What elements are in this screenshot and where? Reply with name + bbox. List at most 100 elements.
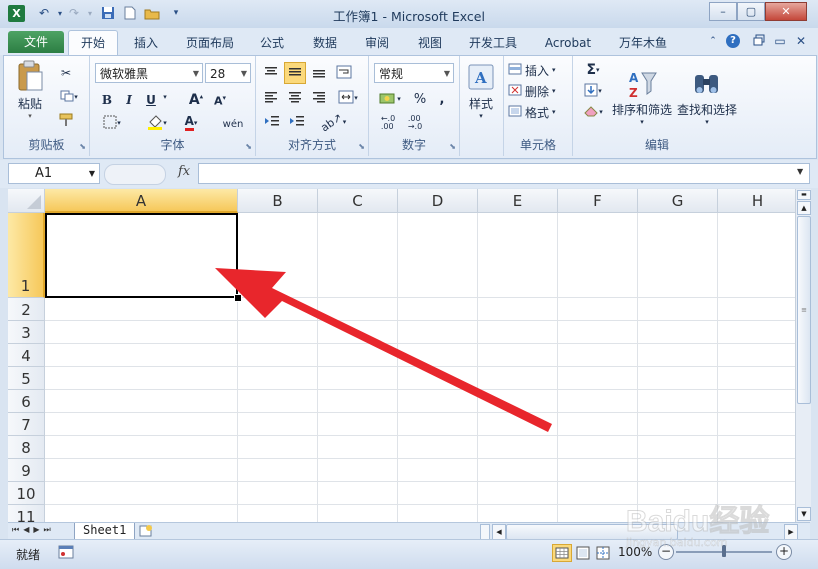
row-header-4[interactable]: 4	[8, 344, 45, 367]
zoom-level[interactable]: 100%	[618, 545, 652, 559]
maximize-button[interactable]: ▢	[737, 2, 765, 21]
scroll-down-icon[interactable]: ▼	[797, 507, 811, 521]
bold-button[interactable]: B	[98, 91, 116, 109]
name-box[interactable]: A1 ▼	[8, 163, 100, 184]
help-icon[interactable]: ?	[726, 34, 740, 48]
format-painter-button[interactable]	[56, 112, 76, 130]
tab-wannianmuyu[interactable]: 万年木鱼	[612, 33, 674, 53]
page-break-view-button[interactable]	[594, 545, 612, 561]
comma-style-button[interactable]: ,	[433, 90, 451, 108]
align-right-button[interactable]	[309, 89, 329, 107]
fill-handle[interactable]	[234, 294, 242, 302]
row-header-6[interactable]: 6	[8, 390, 45, 413]
column-header-h[interactable]: H	[718, 189, 795, 213]
tab-review[interactable]: 审阅	[357, 33, 397, 53]
merge-center-button[interactable]: ▾	[333, 89, 363, 107]
font-name-select[interactable]: 微软雅黑 ▼	[95, 63, 203, 83]
macro-record-icon[interactable]	[58, 545, 74, 561]
tab-acrobat[interactable]: Acrobat	[538, 33, 598, 53]
column-header-e[interactable]: E	[478, 189, 558, 213]
percent-button[interactable]: %	[411, 90, 429, 108]
italic-button[interactable]: I	[120, 91, 138, 109]
worksheet-grid[interactable]: ABCDEFGH 1 2 3 4 5 6 7 8 9 10 11	[8, 189, 795, 522]
scroll-up-icon[interactable]: ▲	[797, 201, 811, 215]
column-header-b[interactable]: B	[238, 189, 318, 213]
clear-button[interactable]: ▾	[579, 103, 607, 121]
grow-font-button[interactable]: A▴	[186, 90, 206, 110]
minimize-button[interactable]: –	[709, 2, 737, 21]
align-left-button[interactable]	[261, 89, 281, 107]
column-header-a[interactable]: A	[45, 189, 238, 213]
format-cells-button[interactable]: 格式 ▾	[508, 103, 568, 121]
expand-formula-bar-icon[interactable]: ▼	[797, 167, 803, 176]
number-launcher-icon[interactable]: ⬊	[449, 142, 456, 151]
accounting-format-button[interactable]: ▾	[374, 90, 406, 108]
paste-button[interactable]: 粘贴 ▾	[12, 60, 48, 120]
tab-file[interactable]: 文件	[8, 31, 64, 53]
decrease-indent-button[interactable]	[261, 113, 283, 131]
increase-decimal-button[interactable]: ←.0.00	[374, 113, 402, 133]
styles-button[interactable]: A 样式 ▾	[464, 60, 498, 124]
scroll-right-icon[interactable]: ▶	[784, 524, 798, 540]
fill-button[interactable]: ▾	[579, 82, 607, 100]
tab-home[interactable]: 开始	[68, 30, 118, 56]
number-format-select[interactable]: 常规 ▼	[374, 63, 454, 83]
align-middle-button[interactable]	[284, 62, 306, 84]
restore-window-icon[interactable]	[752, 34, 766, 48]
tab-formulas[interactable]: 公式	[252, 33, 292, 53]
tab-data[interactable]: 数据	[305, 33, 345, 53]
alignment-launcher-icon[interactable]: ⬊	[358, 142, 365, 151]
formula-bar-handle[interactable]	[104, 164, 166, 185]
align-top-button[interactable]	[261, 64, 281, 82]
align-bottom-button[interactable]	[309, 64, 329, 82]
tab-insert[interactable]: 插入	[126, 33, 166, 53]
shrink-font-button[interactable]: A▾	[210, 92, 230, 110]
selected-cell-a1[interactable]	[45, 213, 238, 298]
increase-indent-button[interactable]	[286, 113, 308, 131]
scroll-left-icon[interactable]: ◀	[492, 524, 506, 540]
split-box[interactable]: ▬	[797, 190, 811, 200]
workbook-close-icon[interactable]: ✕	[794, 34, 808, 48]
column-header-c[interactable]: C	[318, 189, 398, 213]
find-select-button[interactable]: 查找和选择 ▾	[675, 60, 739, 134]
wrap-text-button[interactable]	[333, 64, 355, 82]
insert-sheet-icon[interactable]	[138, 524, 154, 538]
underline-button[interactable]: U	[142, 91, 160, 109]
row-header-9[interactable]: 9	[8, 459, 45, 482]
underline-dropdown-icon[interactable]: ▾	[161, 93, 169, 101]
autosum-button[interactable]: Σ ▾	[579, 61, 607, 79]
zoom-slider-thumb[interactable]	[722, 545, 726, 557]
minimize-ribbon-icon[interactable]: ⌃	[706, 34, 720, 48]
formula-input[interactable]	[198, 163, 810, 184]
column-header-g[interactable]: G	[638, 189, 718, 213]
orientation-button[interactable]: ab↗ ▾	[318, 110, 348, 134]
decrease-decimal-button[interactable]: .00 →.0	[401, 113, 429, 133]
fill-color-button[interactable]: ▾	[142, 113, 172, 133]
column-header-d[interactable]: D	[398, 189, 478, 213]
insert-function-button[interactable]: fx	[178, 164, 190, 179]
row-header-10[interactable]: 10	[8, 482, 45, 505]
zoom-in-button[interactable]: +	[776, 544, 792, 560]
insert-cells-button[interactable]: 插入 ▾	[508, 61, 568, 79]
row-header-5[interactable]: 5	[8, 367, 45, 390]
normal-view-button[interactable]	[552, 544, 572, 562]
column-header-f[interactable]: F	[558, 189, 638, 213]
borders-button[interactable]: ▾	[98, 114, 126, 132]
tab-developer[interactable]: 开发工具	[462, 33, 524, 53]
close-button[interactable]: ✕	[765, 2, 807, 21]
clipboard-launcher-icon[interactable]: ⬊	[79, 142, 86, 151]
cut-button[interactable]: ✂	[56, 64, 76, 82]
name-box-dropdown-icon[interactable]: ▼	[89, 164, 95, 184]
phonetic-button[interactable]: wén	[218, 113, 248, 135]
copy-button[interactable]: ▾	[54, 88, 84, 106]
row-header-2[interactable]: 2	[8, 298, 45, 321]
align-center-button[interactable]	[285, 89, 305, 107]
row-header-1[interactable]: 1	[8, 213, 45, 298]
zoom-out-button[interactable]: −	[658, 544, 674, 560]
row-header-7[interactable]: 7	[8, 413, 45, 436]
horizontal-scroll-thumb[interactable]	[506, 524, 678, 540]
vertical-scrollbar[interactable]: ▬ ▲ ≡ ▼	[795, 189, 811, 522]
font-size-select[interactable]: 28 ▼	[205, 63, 251, 83]
sort-filter-button[interactable]: A Z 排序和筛选 ▾	[611, 60, 673, 134]
sheet-nav-buttons[interactable]: ⏮◀▶⏭	[12, 525, 55, 535]
